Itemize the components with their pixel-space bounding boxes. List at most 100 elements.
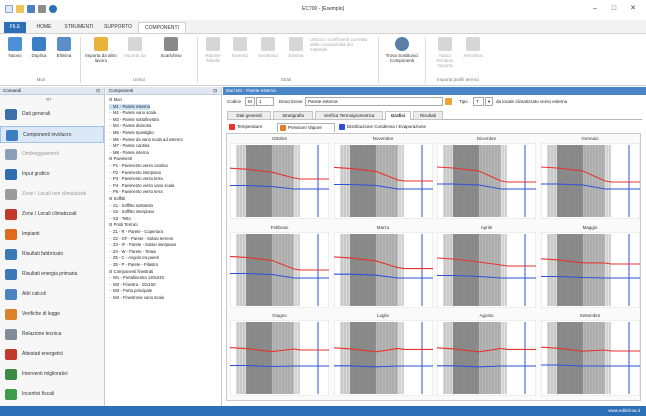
layer-masonry [453,233,479,306]
tab-temperature[interactable]: Temperature [227,123,275,132]
edit-description-icon[interactable] [445,98,452,105]
tab-verifica-termoigrometrica[interactable]: Verifica Termoigrometrica [315,111,383,120]
tipo-dropdown-arrow[interactable]: ▾ [485,97,493,106]
codice-prefix-field[interactable]: M [245,97,255,106]
nav-item[interactable]: Componenti involucro [0,126,104,143]
tab-dati-generali[interactable]: Dati generali [227,111,271,120]
nav-item-label: Zone / Locali climatizzati [22,211,77,217]
insert-layer-button[interactable]: Inserisci [228,37,252,58]
tree-node[interactable]: ⊟ Pavimenti [109,156,132,162]
tree-node[interactable]: ·· Z6 - P - Parete - Pilastro [109,262,158,268]
delete-layer-button[interactable]: Elimina [284,37,308,58]
tree-node[interactable]: ·· W2 - Finestra - 20x150 [109,282,156,288]
nav-item[interactable]: Risultati fabbricato [0,246,104,263]
collapse-arrows-icon[interactable]: «› [46,97,51,103]
tree-node[interactable]: ⊟ Soffitti [109,196,125,202]
tab-stratigrafia[interactable]: Stratigrafia [273,111,313,120]
tree-node[interactable]: ·· Z1 - R - Parete - Copertura [109,229,163,235]
import-from-button[interactable]: Importa da [120,37,150,58]
tab-risultati[interactable]: Risultati [413,111,443,120]
tab-pressioni-vapore[interactable]: Pressioni Vapore [277,123,335,132]
tree-node[interactable]: ·· M1 - Parete esterna [109,103,150,110]
nav-item-label: Input grafico [22,171,50,177]
layer-masonry [556,145,583,217]
pin-icon[interactable]: ⊡ [213,87,217,95]
pin-icon[interactable]: ⊡ [96,87,100,95]
codice-number-field[interactable]: 1 [256,97,274,106]
tree-node[interactable]: ·· S3 - Tetto [109,216,131,222]
import-from-job-button[interactable]: Importa da altro lavoro [84,37,118,63]
tree-node[interactable]: ·· P4 - Pavimento verso vano scala [109,183,174,189]
nav-item[interactable]: Zone / Locali non climatizzati [0,186,104,203]
replace-layer-button[interactable]: Sostituisci [254,37,282,58]
tree-node[interactable]: ·· Z4 - W - Parete - Telaio [109,249,156,255]
nav-item[interactable]: Input grafico [0,166,104,183]
nav-item[interactable]: Risultati energia primaria [0,266,104,283]
tree-node[interactable]: ·· M2 - Parete vano scala [109,110,156,116]
nav-item[interactable]: Interventi migliorativi [0,366,104,383]
month-chart-plot [333,320,433,396]
tree-node[interactable]: ·· Z2 - GF - Parete - Solaio terreno [109,236,173,242]
tree-node[interactable]: ·· M3 - Parete sottofinestra [109,117,159,123]
tree-node[interactable]: ·· W4 - Finestrone vano scala [109,295,164,301]
abaco-strutture-button[interactable]: Abaco Strutture Importa [430,37,460,68]
tree-node[interactable]: ⊟ Muri [109,97,122,103]
tab-componenti[interactable]: COMPONENTI [138,22,186,33]
nav-item[interactable]: Ombreggiamenti [0,146,104,163]
tipo-select[interactable]: T [473,97,484,106]
tree-node[interactable]: ·· P1 - Pavimento verso cantina [109,163,168,169]
month-chart-plot [437,231,536,308]
tab-file[interactable]: FILE [4,22,26,33]
nav-item-icon [6,130,18,141]
conductivity-coeff-checkbox[interactable]: Utilizza i coefficienti correttivi della… [310,37,370,52]
nav-item[interactable]: Dati generali [0,106,104,123]
nav-item[interactable]: Incentivi fiscali [0,386,104,403]
nav-item[interactable]: Relazione tecnica [0,326,104,343]
delete-button[interactable]: Elimina [52,37,76,58]
tree-node[interactable]: ·· M7 - Parete cantina [109,143,150,149]
tree-node[interactable]: ·· P5 - Pavimento verso terra [109,189,163,195]
tree-node[interactable]: ·· W1 - Portafinestra 120x240 [109,275,164,281]
tree-node[interactable]: ·· W3 - Porta principale [109,288,152,294]
nav-item[interactable]: Verifiche di legge [0,306,104,323]
tree-node[interactable]: ·· Z3 - IF - Parete - Solaio interpiano [109,242,176,248]
tree-node[interactable]: ·· M8 - Parete interna [109,150,149,156]
tree-node[interactable]: ·· P3 - Pavimento verso terra [109,176,163,182]
tree-node[interactable]: ⊟ Componenti finestrati [109,269,153,275]
tree-node[interactable]: ·· P2 - Pavimento interpiano [109,170,161,176]
find-replace-components-button[interactable]: Trova Sostituisci Componenti [383,37,421,63]
scarichino-button[interactable]: Scarichino [152,37,190,58]
insert-layer-label: Inserisci [231,53,249,58]
maximize-button[interactable]: □ [605,3,623,15]
duplicate-button[interactable]: Duplica [27,37,51,58]
tab-home[interactable]: HOME [30,22,58,33]
close-button[interactable]: ✕ [624,3,642,15]
nav-item-icon [5,329,17,340]
tree-node[interactable]: ·· S2 - Soffitto interpiano [109,209,154,215]
nav-item-label: Relazione tecnica [22,331,62,337]
nav-item[interactable]: Altri calcoli [0,286,104,303]
clean-tables-button[interactable]: Ripulire Tabelle [200,37,226,63]
tab-supporto[interactable]: SUPPORTO [100,22,136,33]
tab-distribuzione-condensa[interactable]: Distribuzione Condensa / Evaporazione [337,123,477,132]
new-label: Nuovo [8,53,22,58]
new-button[interactable]: Nuovo [4,37,26,58]
tree-node[interactable]: ·· M6 - Parete da vano scala ad esterno [109,137,183,143]
tree-node[interactable]: ⊟ Ponti Termici [109,222,138,228]
replace-layer-label: Sostituisci [257,53,279,58]
tree-node[interactable]: ·· S1 - Soffitto sottotetto [109,203,153,209]
new-icon [8,37,22,51]
tree-node[interactable]: ·· M4 - Parete divisoria [109,123,151,129]
nav-item[interactable]: Attestati energetici [0,346,104,363]
xm-infissi-button[interactable]: XM Infissi [462,37,484,58]
descrizione-field[interactable]: Parete esterna [305,97,443,106]
tree-node[interactable]: ·· Z5 - C - Angolo tra pareti [109,255,159,261]
nav-item[interactable]: Zone / Locali climatizzati [0,206,104,223]
month-chart-title: Marzo [376,224,390,230]
nav-item[interactable]: Impianti [0,226,104,243]
tab-strumenti[interactable]: STRUMENTI [60,22,98,33]
tab-grafici[interactable]: Grafici [385,111,411,120]
website-link[interactable]: www.edilclima.it [608,408,640,413]
tree-node[interactable]: ·· M5 - Parete ripostiglio [109,130,154,136]
minimize-button[interactable]: – [586,3,604,15]
